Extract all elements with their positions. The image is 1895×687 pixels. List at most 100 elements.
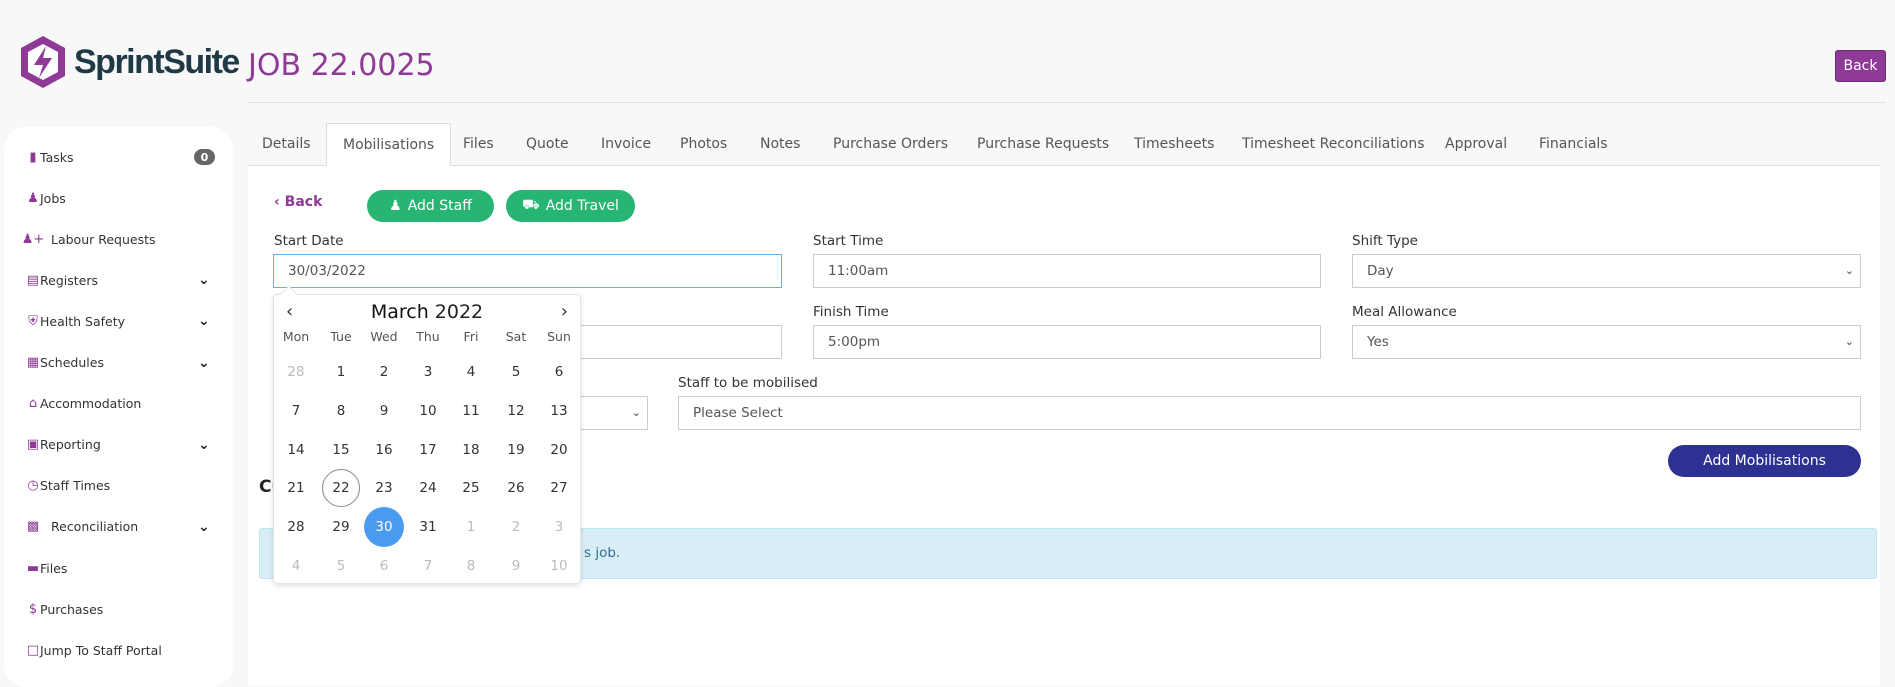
next-month-icon[interactable]: › bbox=[561, 301, 568, 322]
sidebar-item-registers[interactable]: ▤ Registers ⌄ bbox=[4, 263, 233, 297]
calendar-day[interactable]: 31 bbox=[408, 507, 448, 547]
tab-notes[interactable]: Notes bbox=[760, 123, 800, 165]
staff-label: Staff to be mobilised bbox=[678, 375, 818, 391]
sidebar-item-reporting[interactable]: ▣ Reporting ⌄ bbox=[4, 428, 233, 462]
add-staff-button[interactable]: ♟ Add Staff bbox=[367, 190, 494, 222]
calendar-day[interactable]: 21 bbox=[276, 468, 316, 508]
calendar-day[interactable]: 24 bbox=[408, 468, 448, 508]
calendar-day[interactable]: 7 bbox=[276, 391, 316, 431]
calendar-day[interactable]: 1 bbox=[321, 352, 361, 392]
calendar-day[interactable]: 9 bbox=[364, 391, 404, 431]
shift-type-select[interactable]: Day ⌄ bbox=[1352, 254, 1861, 288]
calendar-day[interactable]: 18 bbox=[451, 430, 491, 470]
back-link[interactable]: ‹ Back bbox=[274, 194, 322, 210]
calendar-day[interactable]: 5 bbox=[496, 352, 536, 392]
calendar-day[interactable]: 1 bbox=[451, 507, 491, 547]
tab-approval[interactable]: Approval bbox=[1445, 123, 1507, 165]
tab-timesheet-reconciliations[interactable]: Timesheet Reconciliations bbox=[1242, 123, 1425, 165]
calendar-day[interactable]: 13 bbox=[539, 391, 579, 431]
sidebar-item-tasks[interactable]: ▮ Tasks 0 bbox=[4, 140, 233, 174]
sidebar-item-labour-requests[interactable]: ♟+ Labour Requests bbox=[4, 222, 233, 256]
selected-day[interactable]: 30 bbox=[364, 507, 404, 547]
tab-quote[interactable]: Quote bbox=[526, 123, 569, 165]
sidebar-item-accommodation[interactable]: ⌂ Accommodation bbox=[4, 387, 233, 421]
calendar-day[interactable]: 9 bbox=[496, 546, 536, 586]
tab-details[interactable]: Details bbox=[262, 123, 311, 165]
calendar-day[interactable]: 4 bbox=[451, 352, 491, 392]
calendar-day[interactable]: 28 bbox=[276, 352, 316, 392]
tasks-count-badge: 0 bbox=[194, 149, 215, 165]
add-travel-button[interactable]: ⛟ Add Travel bbox=[506, 190, 635, 222]
tab-purchase-orders[interactable]: Purchase Orders bbox=[833, 123, 948, 165]
shield-heart-icon: ⛨ bbox=[28, 313, 38, 329]
dollar-icon: $ bbox=[28, 601, 38, 617]
calendar-day[interactable]: 3 bbox=[408, 352, 448, 392]
page-title: JOB 22.0025 bbox=[248, 48, 435, 83]
today-day[interactable]: 22 bbox=[322, 469, 360, 507]
weekday-label: Wed bbox=[370, 329, 398, 344]
sidebar-item-jump-to-staff-portal[interactable]: □ Jump To Staff Portal bbox=[4, 633, 233, 667]
calendar-day[interactable]: 7 bbox=[408, 546, 448, 586]
calendar-day[interactable]: 20 bbox=[539, 430, 579, 470]
calendar-day[interactable]: 27 bbox=[539, 468, 579, 508]
calendar-day[interactable]: 19 bbox=[496, 430, 536, 470]
staff-select[interactable]: Please Select bbox=[678, 396, 1861, 430]
calendar-day[interactable]: 10 bbox=[539, 546, 579, 586]
sidebar-item-health-safety[interactable]: ⛨ Health Safety ⌄ bbox=[4, 304, 233, 338]
calendar-day[interactable]: 15 bbox=[321, 430, 361, 470]
calendar-day[interactable]: 29 bbox=[321, 507, 361, 547]
chevron-down-icon[interactable]: ⌄ bbox=[198, 313, 210, 329]
sidebar-item-files[interactable]: ▬ Files bbox=[4, 551, 233, 585]
calendar-day[interactable]: 23 bbox=[364, 468, 404, 508]
tab-timesheets[interactable]: Timesheets bbox=[1134, 123, 1214, 165]
start-date-input[interactable]: 30/03/2022 bbox=[273, 254, 782, 288]
shift-type-label: Shift Type bbox=[1352, 233, 1418, 249]
calendar-day[interactable]: 8 bbox=[321, 391, 361, 431]
calendar-day[interactable]: 5 bbox=[321, 546, 361, 586]
chevron-down-icon[interactable]: ⌄ bbox=[198, 272, 210, 288]
chevron-down-icon[interactable]: ⌄ bbox=[198, 355, 210, 371]
tab-purchase-requests[interactable]: Purchase Requests bbox=[977, 123, 1109, 165]
add-mobilisations-button[interactable]: Add Mobilisations bbox=[1668, 445, 1861, 477]
sidebar-item-jobs[interactable]: ♟ Jobs bbox=[4, 181, 233, 215]
calendar-day[interactable]: 6 bbox=[539, 352, 579, 392]
weekday-label: Sun bbox=[547, 329, 571, 344]
calendar-day[interactable]: 12 bbox=[496, 391, 536, 431]
chevron-down-icon[interactable]: ⌄ bbox=[198, 437, 210, 453]
truck-icon: ⛟ bbox=[522, 197, 540, 213]
calendar-day[interactable]: 10 bbox=[408, 391, 448, 431]
calendar-day[interactable]: 11 bbox=[451, 391, 491, 431]
calendar-day[interactable]: 4 bbox=[276, 546, 316, 586]
calendar-day[interactable]: 3 bbox=[539, 507, 579, 547]
sidebar-item-schedules[interactable]: ▦ Schedules ⌄ bbox=[4, 346, 233, 380]
calendar-day[interactable]: 2 bbox=[496, 507, 536, 547]
start-time-input[interactable]: 11:00am bbox=[813, 254, 1321, 288]
calendar-day[interactable]: 17 bbox=[408, 430, 448, 470]
meal-allowance-select[interactable]: Yes ⌄ bbox=[1352, 325, 1861, 359]
header-back-button[interactable]: Back bbox=[1835, 50, 1886, 82]
list-icon: ▤ bbox=[26, 272, 40, 288]
sidebar-item-purchases[interactable]: $ Purchases bbox=[4, 592, 233, 626]
tab-files[interactable]: Files bbox=[463, 123, 494, 165]
user-plus-icon: ♟+ bbox=[21, 231, 45, 247]
calendar-day[interactable]: 16 bbox=[364, 430, 404, 470]
tab-photos[interactable]: Photos bbox=[680, 123, 727, 165]
chevron-down-icon: ⌄ bbox=[631, 406, 641, 419]
calendar-day[interactable]: 8 bbox=[451, 546, 491, 586]
sprintsuite-logo-icon bbox=[21, 36, 65, 88]
calendar-day[interactable]: 26 bbox=[496, 468, 536, 508]
calendar-day[interactable]: 14 bbox=[276, 430, 316, 470]
logo: SprintSuite bbox=[18, 34, 240, 90]
calendar-day[interactable]: 6 bbox=[364, 546, 404, 586]
calendar-day[interactable]: 28 bbox=[276, 507, 316, 547]
chevron-down-icon[interactable]: ⌄ bbox=[198, 519, 210, 535]
sidebar-item-staff-times[interactable]: ◷ Staff Times bbox=[4, 469, 233, 503]
tab-mobilisations[interactable]: Mobilisations bbox=[326, 123, 452, 166]
weekday-label: Fri bbox=[463, 329, 479, 344]
sidebar-item-reconciliation[interactable]: ▩ Reconciliation ⌄ bbox=[4, 510, 233, 544]
finish-time-input[interactable]: 5:00pm bbox=[813, 325, 1321, 359]
calendar-day[interactable]: 2 bbox=[364, 352, 404, 392]
calendar-day[interactable]: 25 bbox=[451, 468, 491, 508]
tab-financials[interactable]: Financials bbox=[1539, 123, 1608, 165]
tab-invoice[interactable]: Invoice bbox=[601, 123, 651, 165]
